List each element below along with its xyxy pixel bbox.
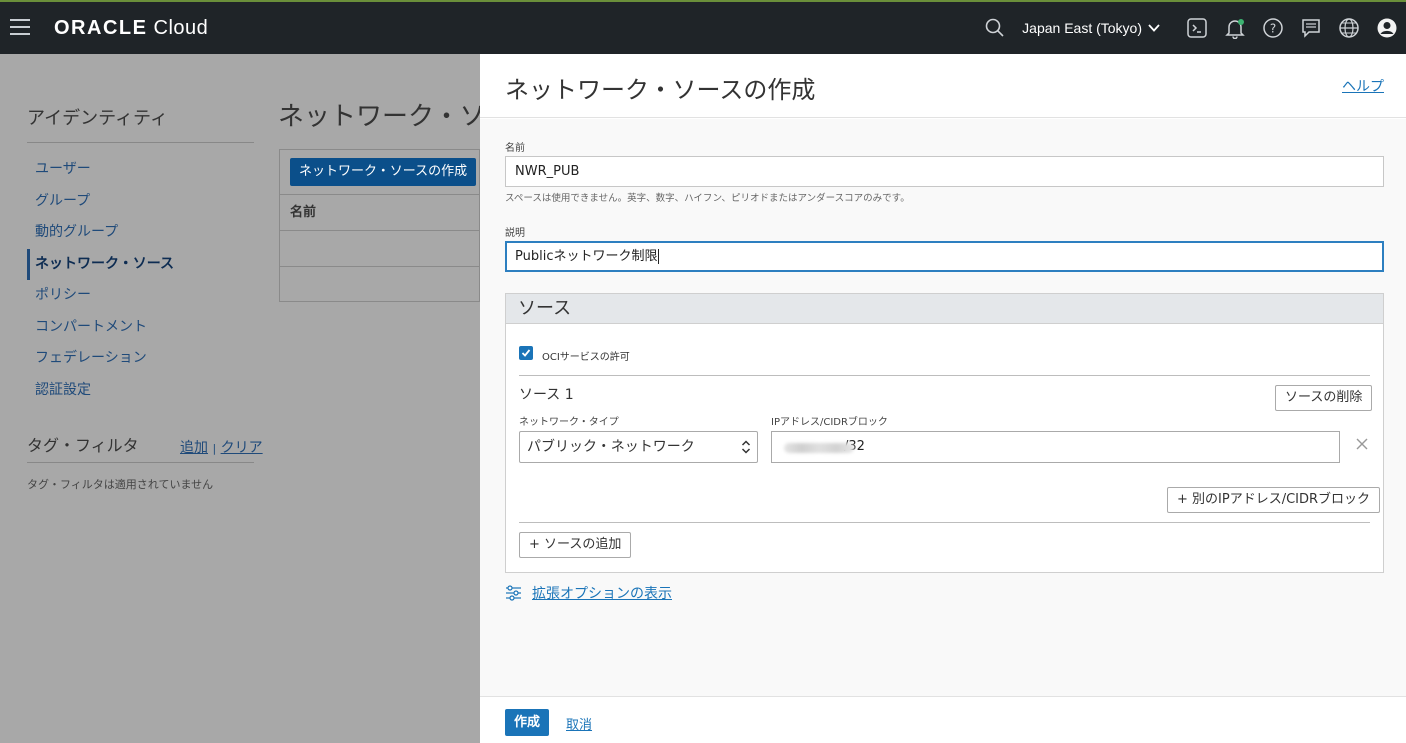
oci-services-checkbox[interactable] — [519, 346, 533, 360]
delete-source-button[interactable]: ソースの削除 — [1275, 385, 1373, 411]
sliders-icon — [506, 585, 521, 601]
description-input[interactable]: Publicネットワーク制限 — [505, 241, 1384, 272]
divider — [27, 142, 254, 143]
sidebar-item-federation[interactable]: フェデレーション — [27, 343, 254, 375]
top-navigation-bar: ORACLE Cloud Japan East (Tokyo) ? — [0, 0, 1406, 54]
sidebar-item-compartments[interactable]: コンパートメント — [27, 312, 254, 344]
create-button[interactable]: 作成 — [505, 709, 550, 736]
sidebar-item-dynamic-groups[interactable]: 動的グループ — [27, 217, 254, 249]
description-value: Publicネットワーク制限 — [515, 249, 658, 264]
panel-title: ネットワーク・ソースの作成 — [505, 76, 816, 104]
oracle-cloud-logo[interactable]: ORACLE Cloud — [54, 17, 208, 40]
sidebar-title: アイデンティティ — [27, 108, 168, 129]
panel-header: ネットワーク・ソースの作成 ヘルプ — [480, 54, 1406, 118]
help-icon[interactable]: ? — [1254, 2, 1292, 54]
hamburger-menu-icon[interactable] — [10, 19, 30, 35]
divider — [519, 522, 1370, 523]
name-hint: スペースは使用できません。英字、数字、ハイフン、ピリオドまたはアンダースコアのみ… — [505, 193, 910, 204]
sidebar-item-users[interactable]: ユーザー — [27, 154, 254, 186]
sidebar-item-network-sources[interactable]: ネットワーク・ソース — [27, 248, 254, 280]
tag-filter-note: タグ・フィルタは適用されていません — [27, 478, 214, 491]
check-icon — [521, 349, 531, 357]
tag-clear-link[interactable]: クリア — [221, 440, 263, 456]
tag-add-link[interactable]: 追加 — [180, 440, 208, 456]
network-sources-table: ネットワーク・ソースの作成 名前 — [279, 149, 481, 303]
ip-cidr-input[interactable]: /32 — [771, 431, 1340, 463]
ip-cidr-label: IPアドレス/CIDRブロック — [771, 417, 888, 428]
create-network-source-panel: ネットワーク・ソースの作成 ヘルプ 名前 NWR_PUB スペースは使用できませ… — [480, 54, 1406, 743]
description-label: 説明 — [505, 228, 525, 239]
add-ip-cidr-button[interactable]: + 別のIPアドレス/CIDRブロック — [1167, 487, 1381, 513]
name-label: 名前 — [505, 143, 525, 154]
select-arrows-icon — [741, 440, 751, 454]
sidebar-item-auth-settings[interactable]: 認証設定 — [27, 375, 254, 407]
cancel-link[interactable]: 取消 — [566, 714, 592, 733]
table-row — [280, 231, 481, 267]
close-icon[interactable] — [1355, 437, 1369, 451]
panel-footer: 作成 取消 — [480, 696, 1406, 743]
divider — [27, 462, 254, 463]
help-link[interactable]: ヘルプ — [1342, 76, 1384, 96]
sidebar-item-policies[interactable]: ポリシー — [27, 280, 254, 312]
panel-body: 名前 NWR_PUB スペースは使用できません。英字、数字、ハイフン、ピリオドま… — [480, 119, 1406, 696]
svg-text:?: ? — [1270, 22, 1276, 36]
source-1-title: ソース 1 — [519, 387, 574, 403]
user-icon[interactable] — [1368, 2, 1406, 54]
tag-filter-title: タグ・フィルタ — [27, 436, 139, 455]
background-page-overlay: アイデンティティ ユーザー グループ 動的グループ ネットワーク・ソース ポリシ… — [0, 54, 536, 743]
create-network-source-button[interactable]: ネットワーク・ソースの作成 — [290, 158, 477, 186]
sources-section: ソース OCIサービスの許可 ソース 1 ソースの削除 ネットワーク・タイプ I… — [505, 293, 1384, 573]
sources-header: ソース — [506, 294, 1383, 324]
region-selector[interactable]: Japan East (Tokyo) — [1022, 20, 1160, 36]
network-type-value: パブリック・ネットワーク — [527, 439, 695, 455]
tag-filter-links: 追加 | クリア — [180, 437, 263, 457]
cloud-shell-icon[interactable] — [1178, 2, 1216, 54]
chevron-down-icon — [1148, 24, 1160, 32]
sidebar-nav: ユーザー グループ 動的グループ ネットワーク・ソース ポリシー コンパートメン… — [27, 154, 254, 406]
bell-icon[interactable] — [1216, 2, 1254, 54]
divider — [519, 375, 1370, 376]
advanced-options-link[interactable]: 拡張オプションの表示 — [505, 583, 672, 603]
oci-services-label: OCIサービスの許可 — [542, 352, 630, 363]
table-header-name[interactable]: 名前 — [280, 194, 481, 231]
globe-icon[interactable] — [1330, 2, 1368, 54]
sidebar-item-groups[interactable]: グループ — [27, 186, 254, 218]
table-row — [280, 267, 481, 303]
redacted-ip-blur — [784, 443, 854, 453]
chat-icon[interactable] — [1292, 2, 1330, 54]
network-type-label: ネットワーク・タイプ — [519, 417, 619, 428]
add-source-button[interactable]: + ソースの追加 — [519, 532, 632, 558]
name-input[interactable]: NWR_PUB — [505, 156, 1384, 187]
tag-separator: | — [212, 442, 217, 455]
search-icon[interactable] — [976, 2, 1014, 54]
advanced-options-label: 拡張オプションの表示 — [532, 586, 672, 602]
network-type-select[interactable]: パブリック・ネットワーク — [519, 431, 758, 463]
